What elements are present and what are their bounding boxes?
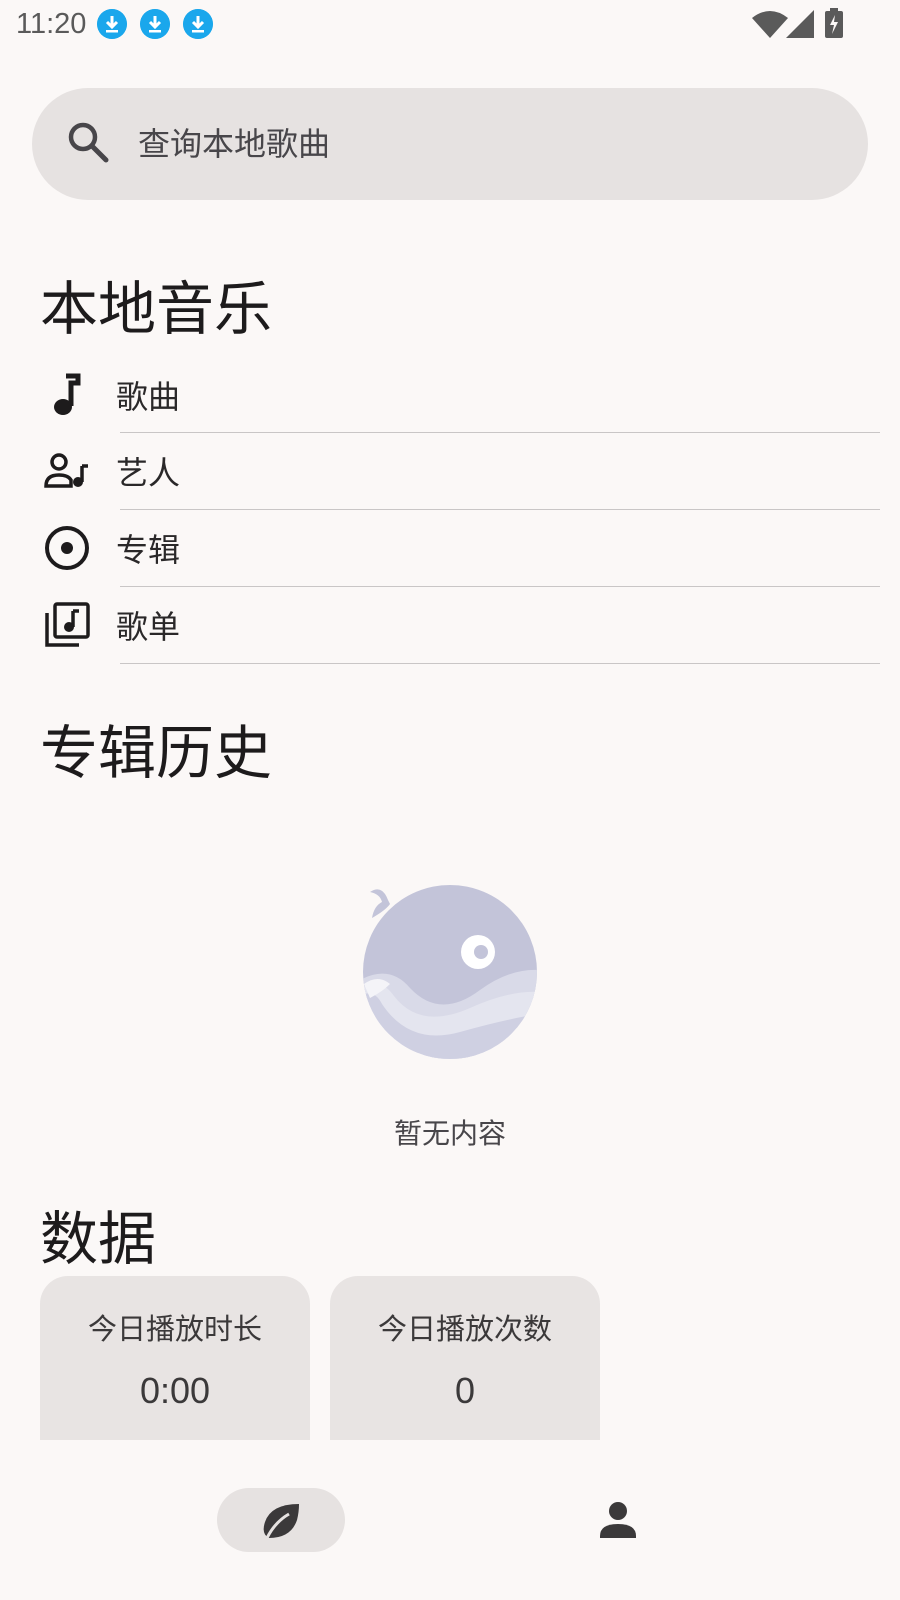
album-icon xyxy=(45,526,89,570)
bottom-navigation xyxy=(0,1440,900,1600)
library-item-artists[interactable]: 艺人 xyxy=(40,432,880,508)
stat-value: 0:00 xyxy=(139,1370,211,1411)
stat-card-play-duration: 今日播放时长 0:00 xyxy=(40,1276,310,1440)
library-item-label: 艺人 xyxy=(116,454,181,492)
playlist-icon xyxy=(45,602,90,647)
search-input[interactable] xyxy=(136,118,820,170)
whale-empty-illustration xyxy=(363,885,537,1059)
stats-title: 数据 xyxy=(40,1205,157,1273)
empty-state-text: 暂无内容 xyxy=(393,1117,506,1150)
music-note-icon xyxy=(54,373,81,415)
artist-icon xyxy=(44,453,88,488)
stat-label: 今日播放次数 xyxy=(377,1312,552,1346)
library-item-songs[interactable]: 歌曲 xyxy=(40,356,880,432)
search-bar[interactable] xyxy=(32,88,868,200)
leaf-icon xyxy=(263,1504,299,1539)
library-item-playlists[interactable]: 歌单 xyxy=(40,586,880,662)
local-music-title: 本地音乐 xyxy=(40,275,273,343)
album-history-title: 专辑历史 xyxy=(40,719,273,787)
divider xyxy=(120,663,880,664)
library-item-albums[interactable]: 专辑 xyxy=(40,509,880,585)
person-icon[interactable] xyxy=(598,1500,638,1540)
download-icon xyxy=(183,9,213,39)
library-item-label: 专辑 xyxy=(116,531,181,569)
stat-card-play-count: 今日播放次数 0 xyxy=(330,1276,600,1440)
search-icon xyxy=(68,122,109,163)
battery-charging-icon xyxy=(825,8,843,38)
library-item-label: 歌曲 xyxy=(116,378,181,416)
stat-label: 今日播放时长 xyxy=(87,1312,262,1346)
status-time: 11:20 xyxy=(16,8,87,40)
status-bar: 11:20 xyxy=(0,0,900,48)
stat-value: 0 xyxy=(454,1370,476,1411)
signal-icon xyxy=(786,10,814,38)
download-icon xyxy=(97,9,127,39)
download-icon xyxy=(140,9,170,39)
nav-home-button[interactable] xyxy=(217,1488,345,1552)
library-item-label: 歌单 xyxy=(116,608,181,646)
wifi-icon xyxy=(752,11,788,38)
